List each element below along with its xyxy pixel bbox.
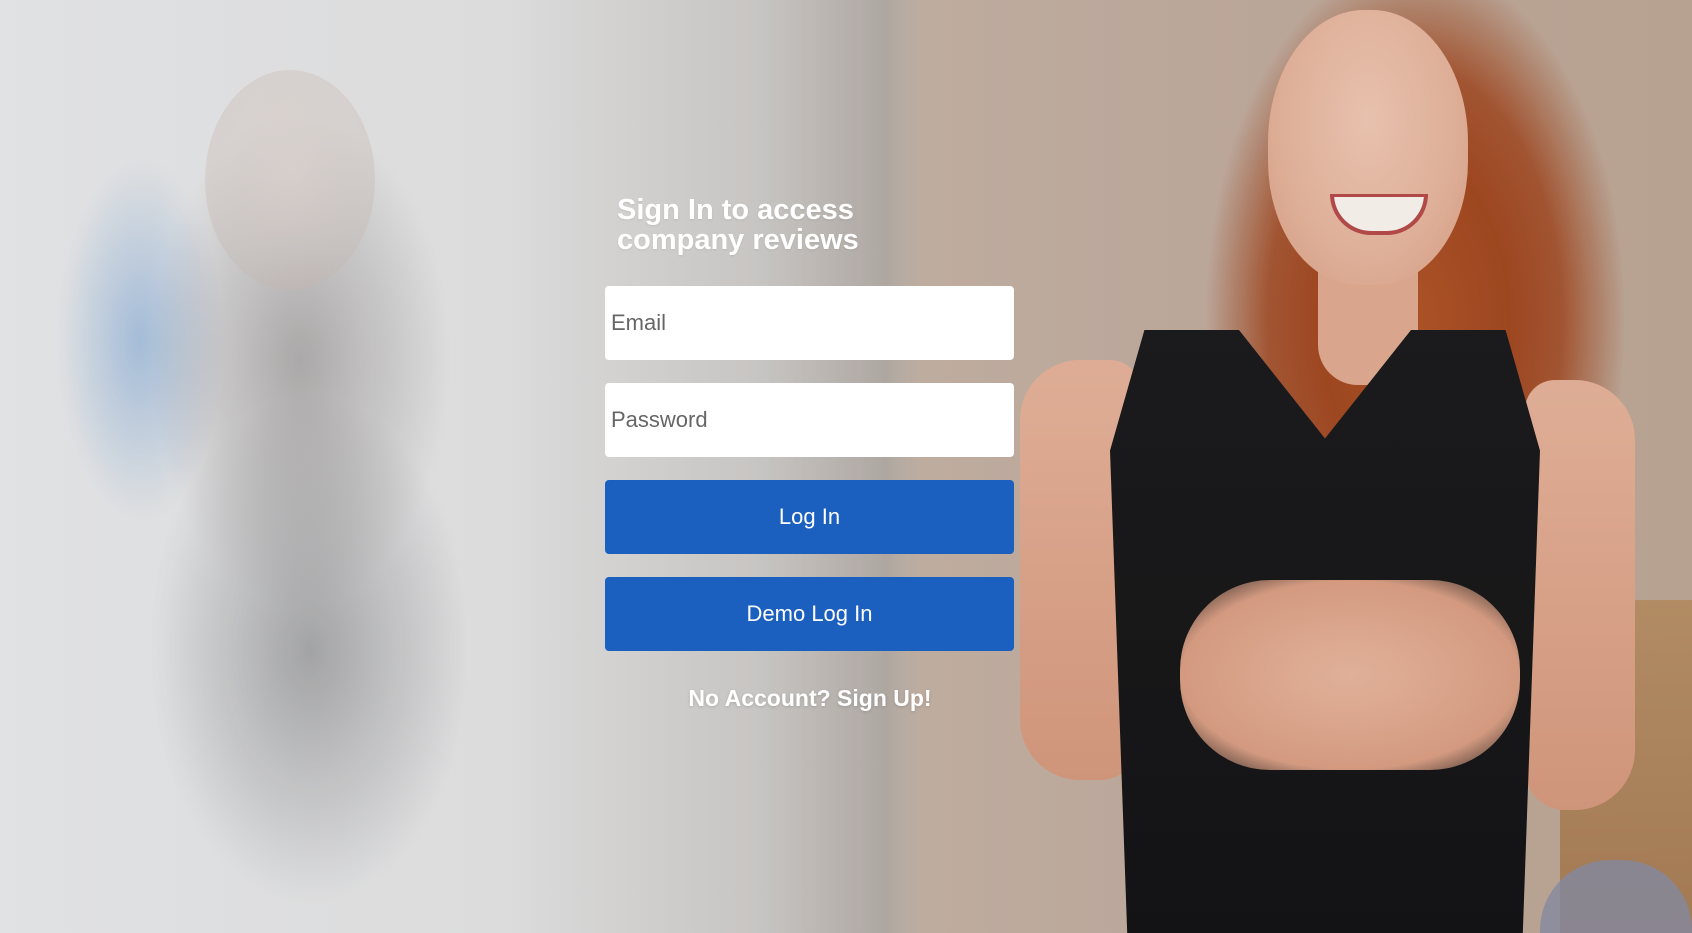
signup-link[interactable]: No Account? Sign Up!	[605, 685, 1015, 712]
email-input[interactable]	[605, 286, 1014, 360]
demo-login-button[interactable]: Demo Log In	[605, 577, 1014, 651]
password-input[interactable]	[605, 383, 1014, 457]
login-title: Sign In to access company reviews	[617, 194, 859, 256]
login-button[interactable]: Log In	[605, 480, 1014, 554]
login-page: Sign In to access company reviews Log In…	[0, 0, 1692, 933]
login-form: Sign In to access company reviews Log In…	[605, 195, 1015, 712]
